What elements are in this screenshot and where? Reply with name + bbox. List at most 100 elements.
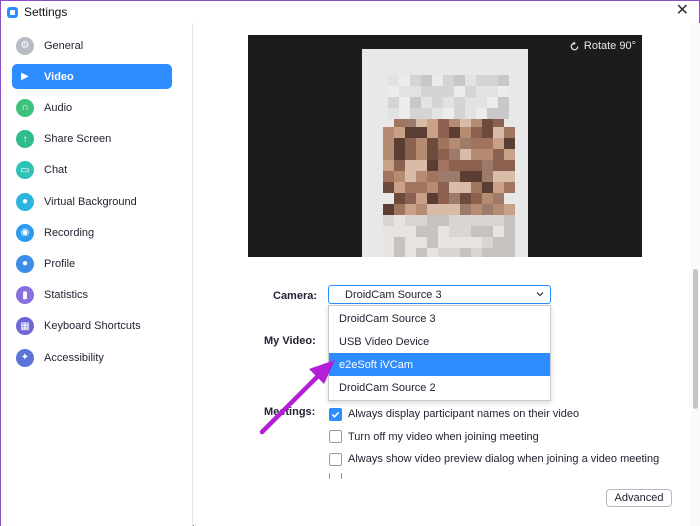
mosaic-tile xyxy=(449,193,460,204)
sidebar-item-accessibility[interactable]: ✦ Accessibility xyxy=(12,345,172,370)
sidebar-item-label: Virtual Background xyxy=(44,195,137,208)
meeting-option-label: Always show video preview dialog when jo… xyxy=(348,453,660,465)
mosaic-tile xyxy=(410,97,421,108)
mosaic-tile xyxy=(465,75,476,86)
mosaic-tile xyxy=(394,237,405,248)
mosaic-tile xyxy=(504,226,515,237)
mosaic-tile xyxy=(476,97,487,108)
mosaic-tile xyxy=(443,108,454,119)
close-icon[interactable]: ✕ xyxy=(676,3,689,19)
mosaic-tile xyxy=(482,204,493,215)
mosaic-tile xyxy=(482,127,493,138)
mosaic-tile xyxy=(399,108,410,119)
mosaic-tile xyxy=(504,248,515,257)
mosaic-tile xyxy=(416,193,427,204)
sidebar-item-label: General xyxy=(44,39,84,52)
window-title: Settings xyxy=(24,5,68,19)
mosaic-tile xyxy=(454,75,465,86)
checkbox[interactable] xyxy=(329,407,342,421)
mosaic-tile xyxy=(482,138,493,149)
camera-option[interactable]: DroidCam Source 2 xyxy=(329,376,550,399)
mosaic-tile xyxy=(405,193,416,204)
mosaic-tile xyxy=(394,248,405,257)
camera-label: Camera: xyxy=(273,290,318,302)
mosaic-tile xyxy=(482,237,493,248)
mosaic-tile xyxy=(493,127,504,138)
checkbox[interactable] xyxy=(329,430,342,443)
video-preview: Rotate 90° xyxy=(248,35,642,257)
mosaic-tile xyxy=(471,182,482,193)
mosaic-tile xyxy=(383,182,394,193)
mosaic-tile xyxy=(438,248,449,257)
mosaic-tile xyxy=(438,193,449,204)
mosaic-tile xyxy=(493,204,504,215)
mosaic-tile xyxy=(454,86,465,97)
mosaic-tile xyxy=(416,182,427,193)
advanced-button[interactable]: Advanced xyxy=(606,489,672,507)
mosaic-tile xyxy=(438,160,449,171)
scrollbar-thumb[interactable] xyxy=(693,269,698,409)
mosaic-tile xyxy=(449,171,460,182)
mosaic-tile xyxy=(493,248,504,257)
meeting-option-partial xyxy=(329,473,342,479)
mosaic-tile xyxy=(454,108,465,119)
camera-option[interactable]: e2eSoft iVCam xyxy=(329,353,550,376)
mosaic-tile xyxy=(405,138,416,149)
camera-option[interactable]: USB Video Device xyxy=(329,330,550,353)
mosaic-tile xyxy=(388,75,399,86)
mosaic-tile xyxy=(443,86,454,97)
meetings-label: Meetings: xyxy=(264,406,316,418)
meeting-option[interactable]: Always display participant names on thei… xyxy=(329,405,579,423)
checkmark-icon xyxy=(331,411,340,418)
mosaic-tile xyxy=(394,138,405,149)
sidebar-item-profile[interactable]: ● Profile xyxy=(12,251,172,276)
sidebar-item-share-screen[interactable]: ↑ Share Screen xyxy=(12,127,172,152)
camera-option[interactable]: DroidCam Source 3 xyxy=(329,307,550,330)
checkbox[interactable] xyxy=(329,452,342,466)
mosaic-tile xyxy=(383,248,394,257)
camera-select[interactable]: DroidCam Source 3 xyxy=(328,285,551,304)
mosaic-tile xyxy=(460,237,471,248)
mosaic-tile xyxy=(416,237,427,248)
mosaic-tile xyxy=(471,127,482,138)
mosaic-tile xyxy=(416,160,427,171)
sidebar-item-virtual-background[interactable]: ● Virtual Background xyxy=(12,189,172,214)
mosaic-tile xyxy=(383,204,394,215)
mosaic-tile xyxy=(471,226,482,237)
mosaic-tile xyxy=(394,127,405,138)
mosaic-tile xyxy=(471,160,482,171)
mosaic-tile xyxy=(460,248,471,257)
sidebar-item-keyboard-shortcuts[interactable]: ▦ Keyboard Shortcuts xyxy=(12,314,172,339)
mosaic-tile xyxy=(493,171,504,182)
mosaic-tile xyxy=(460,138,471,149)
sidebar-item-video[interactable]: ▶ Video xyxy=(12,64,172,90)
mosaic-tile xyxy=(405,127,416,138)
mosaic-tile xyxy=(465,86,476,97)
meeting-option[interactable]: Turn off my video when joining meeting xyxy=(329,428,539,446)
sidebar-item-general[interactable]: ⚙ General xyxy=(12,33,172,58)
sidebar-item-label: Statistics xyxy=(44,289,89,302)
mosaic-tile xyxy=(471,171,482,182)
mosaic-tile xyxy=(410,75,421,86)
mosaic-tile xyxy=(504,149,515,160)
mosaic-tile xyxy=(416,127,427,138)
mosaic-tile xyxy=(394,149,405,160)
rotate-button[interactable]: Rotate 90° xyxy=(569,37,636,55)
sidebar-item-statistics[interactable]: ▮ Statistics xyxy=(12,283,172,308)
sidebar-item-chat[interactable]: ▭ Chat xyxy=(12,158,172,183)
mosaic-tile xyxy=(493,149,504,160)
mosaic-tile xyxy=(493,182,504,193)
mosaic-tile xyxy=(394,160,405,171)
mosaic-tile xyxy=(493,215,504,226)
mosaic-tile xyxy=(482,193,493,204)
mosaic-tile xyxy=(410,86,421,97)
sidebar-item-recording[interactable]: ◉ Recording xyxy=(12,220,172,245)
mosaic-tile xyxy=(504,215,515,226)
person-portrait-icon: ● xyxy=(16,192,34,211)
mosaic-tile xyxy=(405,204,416,215)
mosaic-tile xyxy=(498,97,509,108)
meeting-option[interactable]: Always show video preview dialog when jo… xyxy=(329,450,659,468)
mosaic-tile xyxy=(493,237,504,248)
sidebar-item-audio[interactable]: ∩ Audio xyxy=(12,95,172,120)
mosaic-tile xyxy=(493,138,504,149)
